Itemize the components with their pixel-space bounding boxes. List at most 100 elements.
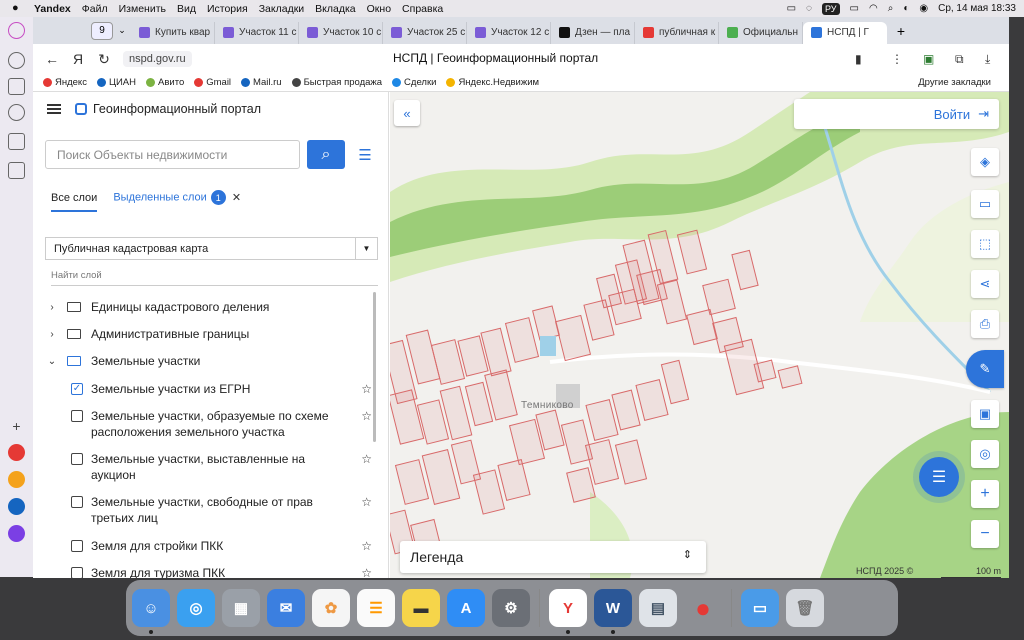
- yandex-logo-icon[interactable]: Я: [65, 51, 91, 67]
- share-icon[interactable]: ⧉: [955, 52, 964, 67]
- reload-icon[interactable]: ↻: [91, 51, 117, 68]
- new-tab-icon[interactable]: +: [891, 23, 911, 39]
- sidebar-scrollbar[interactable]: [373, 292, 376, 442]
- star-icon[interactable]: ☆: [361, 381, 372, 397]
- system-settings-icon[interactable]: ⚙: [492, 589, 530, 627]
- close-icon[interactable]: ✕: [232, 191, 241, 212]
- login-button[interactable]: Войти ⇥: [794, 99, 999, 129]
- layer-tourism-land[interactable]: Земля для туризма ПКК ☆: [71, 565, 372, 578]
- checkbox[interactable]: [71, 567, 83, 578]
- menu-window[interactable]: Окно: [367, 3, 391, 15]
- layer-construction-land[interactable]: Земля для стройки ПКК ☆: [71, 538, 372, 554]
- add-icon[interactable]: +: [8, 417, 25, 434]
- browser-tab[interactable]: Купить квар: [131, 21, 215, 44]
- wifi-icon[interactable]: ◠: [869, 3, 878, 14]
- battery-icon[interactable]: ▭: [850, 3, 859, 14]
- menu-edit[interactable]: Изменить: [119, 3, 166, 15]
- filter-button[interactable]: ☰: [351, 140, 379, 169]
- menu-icon[interactable]: [47, 104, 61, 114]
- browser-tab[interactable]: Участок 11 с: [215, 21, 299, 44]
- browser-tab[interactable]: Дзен — пла: [551, 21, 635, 44]
- download-icon[interactable]: ⤓: [985, 52, 990, 67]
- layer-scheme-plots[interactable]: Земельные участки, образуемые по схеме р…: [71, 408, 372, 440]
- collapse-sidebar-button[interactable]: «: [394, 100, 420, 126]
- layers-tool-button[interactable]: ◈: [971, 148, 999, 176]
- tab-count-button[interactable]: 9: [91, 21, 113, 40]
- bookmark-item[interactable]: Яндекс: [43, 77, 87, 88]
- reminders-icon[interactable]: ☰: [357, 589, 395, 627]
- siri-icon[interactable]: ◌: [806, 3, 812, 14]
- land-parcel[interactable]: [635, 379, 669, 421]
- find-layer-input[interactable]: Найти слой: [51, 270, 378, 286]
- menu-tab[interactable]: Вкладка: [315, 3, 355, 15]
- chevron-down-icon[interactable]: ⌄: [113, 25, 131, 36]
- star-icon[interactable]: ☆: [361, 494, 372, 510]
- extension-icon[interactable]: ▣: [923, 52, 934, 66]
- land-parcel[interactable]: [497, 459, 531, 501]
- land-parcel[interactable]: [532, 305, 560, 341]
- history-icon[interactable]: [8, 52, 25, 69]
- bookmark-item[interactable]: Авито: [146, 77, 184, 88]
- land-parcel[interactable]: [656, 279, 688, 325]
- collections-icon[interactable]: [8, 78, 25, 95]
- notes-icon[interactable]: ▬: [402, 589, 440, 627]
- input-source-badge[interactable]: РУ: [821, 2, 840, 15]
- screenshot-icon[interactable]: [8, 162, 25, 179]
- yandex-browser-icon[interactable]: Y: [549, 589, 587, 634]
- land-parcel[interactable]: [731, 249, 759, 291]
- land-parcel[interactable]: [753, 359, 777, 383]
- land-parcel[interactable]: [686, 308, 718, 346]
- alice-icon[interactable]: [8, 22, 25, 39]
- tab-selected-layers[interactable]: Выделенные слои 1: [113, 190, 226, 213]
- measure-tool-button[interactable]: ▭: [971, 190, 999, 218]
- menu-bookmarks[interactable]: Закладки: [259, 3, 304, 15]
- land-parcel[interactable]: [611, 389, 641, 431]
- star-icon[interactable]: ☆: [361, 451, 372, 467]
- land-parcel[interactable]: [560, 419, 594, 465]
- checkbox-checked[interactable]: ✓: [71, 383, 83, 395]
- bookmark-item[interactable]: Яндекс.Недвижим: [446, 77, 539, 88]
- group-admin-borders[interactable]: › Административные границы: [47, 327, 249, 341]
- menu-view[interactable]: Вид: [177, 3, 196, 15]
- control-center-icon[interactable]: ◐: [903, 3, 909, 14]
- launchpad-icon[interactable]: ▦: [222, 589, 260, 627]
- land-parcel[interactable]: [472, 469, 506, 515]
- browser-tab[interactable]: НСПД | Г: [803, 21, 887, 44]
- yandex-maps-icon[interactable]: ●: [684, 589, 722, 627]
- browser-tab[interactable]: Официальн: [719, 21, 803, 44]
- land-parcel[interactable]: [390, 389, 425, 445]
- checkbox[interactable]: [71, 540, 83, 552]
- menu-history[interactable]: История: [207, 3, 248, 15]
- print-button[interactable]: ⎙: [971, 310, 999, 338]
- url-field[interactable]: nspd.gov.ru: [123, 51, 192, 67]
- bookmark-item[interactable]: Быстрая продажа: [291, 77, 382, 88]
- feedback-button[interactable]: ✎: [966, 350, 1004, 388]
- land-parcel[interactable]: [504, 317, 540, 363]
- bookmark-item[interactable]: Сделки: [392, 77, 436, 88]
- messenger-icon[interactable]: [8, 498, 25, 515]
- bookmark-item[interactable]: ЦИАН: [96, 77, 136, 88]
- browser-tab[interactable]: Участок 10 с: [299, 21, 383, 44]
- star-icon[interactable]: ☆: [361, 565, 372, 578]
- downloads-folder-icon[interactable]: ▭: [741, 589, 779, 627]
- land-parcel[interactable]: [585, 399, 619, 441]
- preview-icon[interactable]: ▤: [639, 589, 677, 627]
- search-icon[interactable]: ⌕: [888, 3, 894, 14]
- search-button[interactable]: ⌕: [307, 140, 345, 169]
- checkbox[interactable]: [71, 453, 83, 465]
- bookmark-icon[interactable]: ▮: [855, 52, 862, 66]
- select-area-button[interactable]: ⬚: [971, 230, 999, 258]
- word-icon[interactable]: W: [594, 589, 632, 634]
- menubar-clock[interactable]: Ср, 14 мая 18:33: [938, 3, 1016, 14]
- layer-free-plots[interactable]: Земельные участки, свободные от прав тре…: [71, 494, 372, 526]
- land-parcel[interactable]: [702, 278, 736, 316]
- bookmark-item[interactable]: Mail.ru: [241, 77, 282, 88]
- maps-icon[interactable]: [8, 444, 25, 461]
- checkbox[interactable]: [71, 410, 83, 422]
- app-store-icon[interactable]: A: [447, 589, 485, 627]
- browser-tab[interactable]: публичная к: [635, 21, 719, 44]
- legend-panel[interactable]: Легенда ⇕: [400, 541, 706, 573]
- land-parcel[interactable]: [554, 314, 592, 362]
- chat-button[interactable]: ☰: [919, 457, 959, 497]
- video-icon[interactable]: [8, 104, 25, 121]
